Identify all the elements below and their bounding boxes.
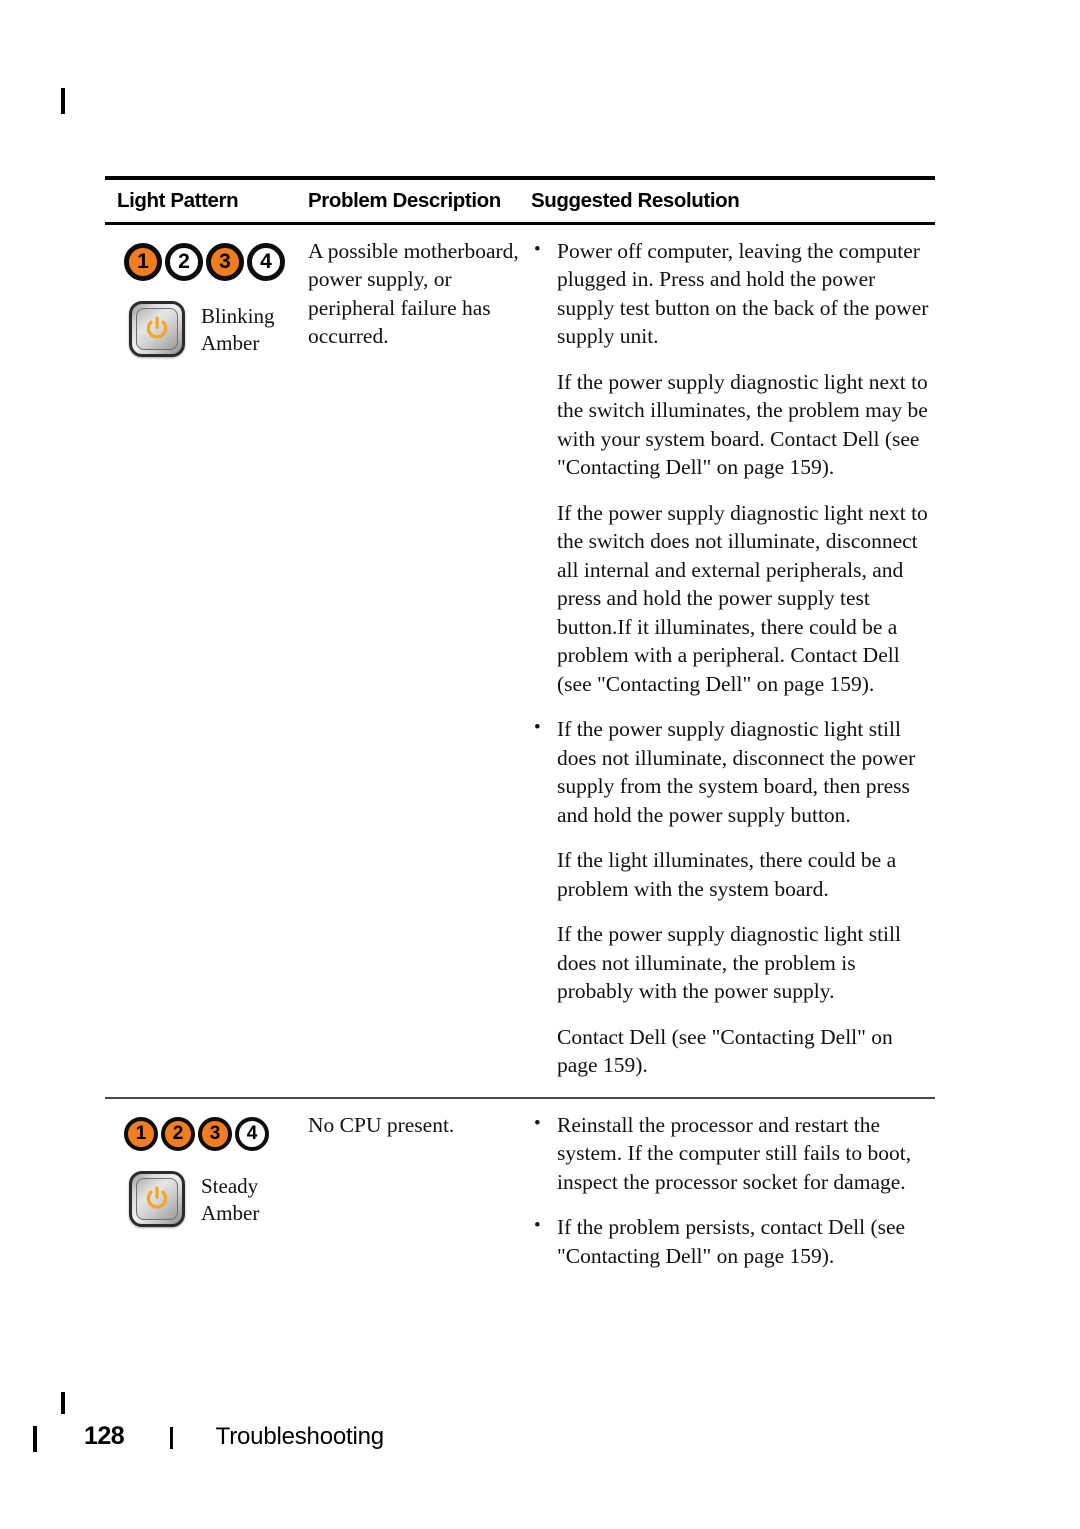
- resolution-item: Reinstall the processor and restart the …: [531, 1110, 935, 1197]
- table-row: 1 2 3 4 Blinking Amber A possible mother: [105, 225, 935, 1097]
- crop-mark-footer-upper: [61, 1392, 65, 1414]
- column-header-problem-description: Problem Description: [308, 189, 501, 212]
- diagnostic-lights-group: 1 2 3 4: [117, 1116, 308, 1151]
- column-header-light-pattern: Light Pattern: [117, 189, 239, 212]
- diagnostic-light-4: 4: [235, 1116, 269, 1151]
- power-state-caption: Blinking Amber: [201, 303, 275, 355]
- footer-separator: |: [168, 1423, 175, 1449]
- diagnostic-light-3: 3: [206, 242, 244, 281]
- cell-problem-description: No CPU present.: [308, 1112, 455, 1137]
- cell-light-pattern: 1 2 3 4 Steady Amber: [105, 1111, 308, 1227]
- resolution-list: Power off computer, leaving the computer…: [531, 236, 935, 1080]
- page-footer: 128 | Troubleshooting: [0, 1422, 1080, 1451]
- resolution-item: If the power supply diagnostic light nex…: [557, 500, 928, 696]
- power-button-face: [136, 307, 178, 350]
- resolution-list: Reinstall the processor and restart the …: [531, 1110, 935, 1271]
- resolution-item: If the power supply diagnostic light sti…: [531, 714, 935, 829]
- diagnostic-lights-group: 1 2 3 4: [117, 242, 308, 281]
- cell-suggested-resolution: Power off computer, leaving the computer…: [531, 236, 935, 1097]
- power-button-icon: [129, 1170, 185, 1227]
- diagnostic-light-2: 2: [161, 1116, 195, 1151]
- power-button-icon: [129, 300, 185, 357]
- resolution-item: Power off computer, leaving the computer…: [531, 236, 935, 351]
- page-number: 128: [84, 1422, 125, 1450]
- resolution-item: If the power supply diagnostic light sti…: [557, 922, 901, 1004]
- resolution-item: Contact Dell (see "Contacting Dell" on p…: [557, 1024, 893, 1078]
- resolution-item: If the light illuminates, there could be…: [557, 848, 897, 901]
- cell-suggested-resolution: Reinstall the processor and restart the …: [531, 1110, 935, 1288]
- column-header-suggested-resolution: Suggested Resolution: [531, 189, 740, 212]
- power-button-block: Blinking Amber: [117, 300, 308, 357]
- power-state-caption: Steady Amber: [201, 1173, 260, 1225]
- diagnostic-light-2: 2: [165, 242, 203, 281]
- table-row: 1 2 3 4 Steady Amber No CPU present. • R…: [105, 1099, 935, 1288]
- power-symbol-icon: [146, 316, 168, 339]
- diagnostic-light-1: 1: [124, 242, 162, 281]
- diagnostic-light-table: Light Pattern Problem Description Sugges…: [105, 176, 935, 1287]
- resolution-item: If the problem persists, contact Dell (s…: [531, 1212, 935, 1270]
- cell-problem-description: A possible motherboard, power supply, or…: [308, 238, 519, 349]
- resolution-item: If the power supply diagnostic light nex…: [557, 369, 928, 480]
- footer-section-title: Troubleshooting: [215, 1423, 384, 1450]
- diagnostic-light-3: 3: [198, 1116, 232, 1151]
- diagnostic-light-1: 1: [124, 1116, 158, 1151]
- table-header-row: Light Pattern Problem Description Sugges…: [105, 180, 935, 222]
- crop-mark-top-left: [61, 88, 65, 114]
- diagnostic-light-4: 4: [247, 242, 285, 281]
- power-button-face: [136, 1177, 178, 1220]
- power-symbol-icon: [146, 1186, 168, 1209]
- power-button-block: Steady Amber: [117, 1170, 308, 1227]
- cell-light-pattern: 1 2 3 4 Blinking Amber: [105, 237, 308, 357]
